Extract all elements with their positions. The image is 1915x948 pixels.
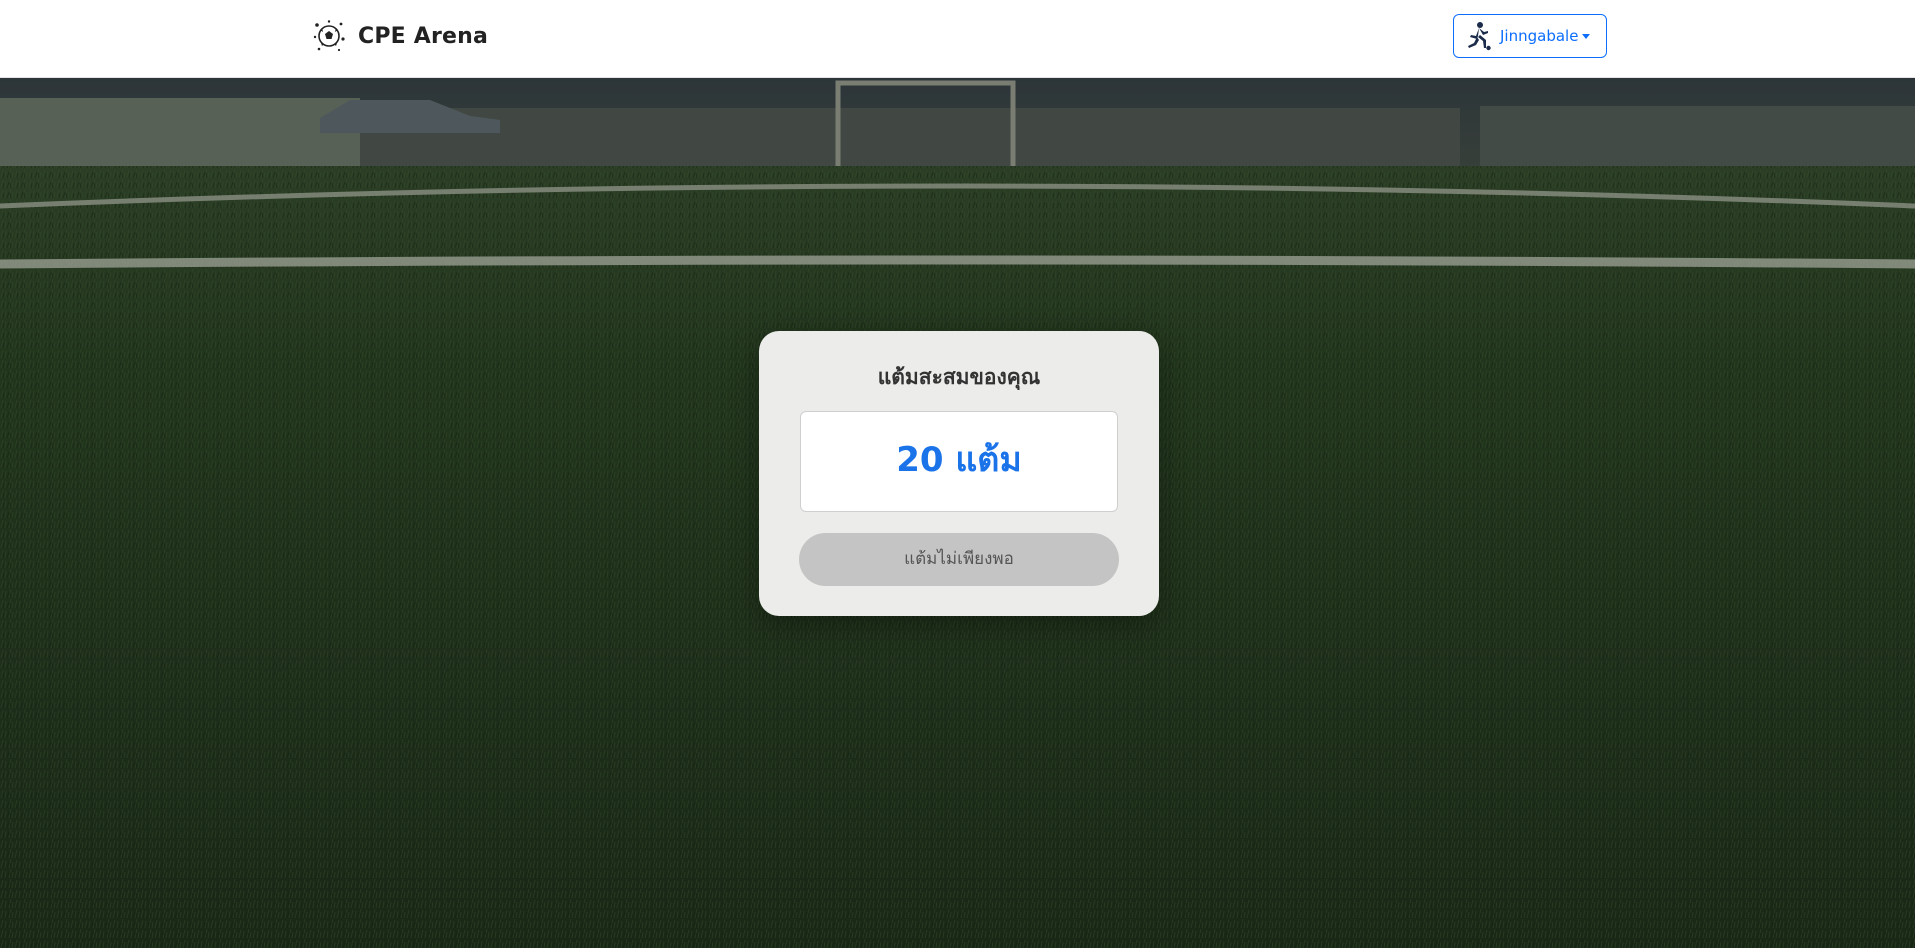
brand-name: CPE Arena xyxy=(358,23,489,49)
points-card-title: แต้มสะสมของคุณ xyxy=(877,365,1041,389)
points-card: แต้มสะสมของคุณ 20 แต้ม แต้มไม่เพียงพอ xyxy=(759,331,1159,616)
user-name: Jinngabale xyxy=(1500,27,1579,45)
redeem-button[interactable]: แต้มไม่เพียงพอ xyxy=(799,533,1119,586)
brand-link[interactable]: CPE Arena xyxy=(312,17,488,55)
navbar: CPE Arena Jinngabale xyxy=(0,0,1915,78)
points-display-box: 20 แต้ม xyxy=(800,411,1118,512)
caret-down-icon xyxy=(1582,33,1591,39)
soccer-player-icon xyxy=(1465,21,1491,51)
soccer-ball-icon xyxy=(312,19,346,53)
user-menu-button[interactable]: Jinngabale xyxy=(1453,14,1607,58)
points-value: 20 แต้ม xyxy=(896,440,1022,480)
